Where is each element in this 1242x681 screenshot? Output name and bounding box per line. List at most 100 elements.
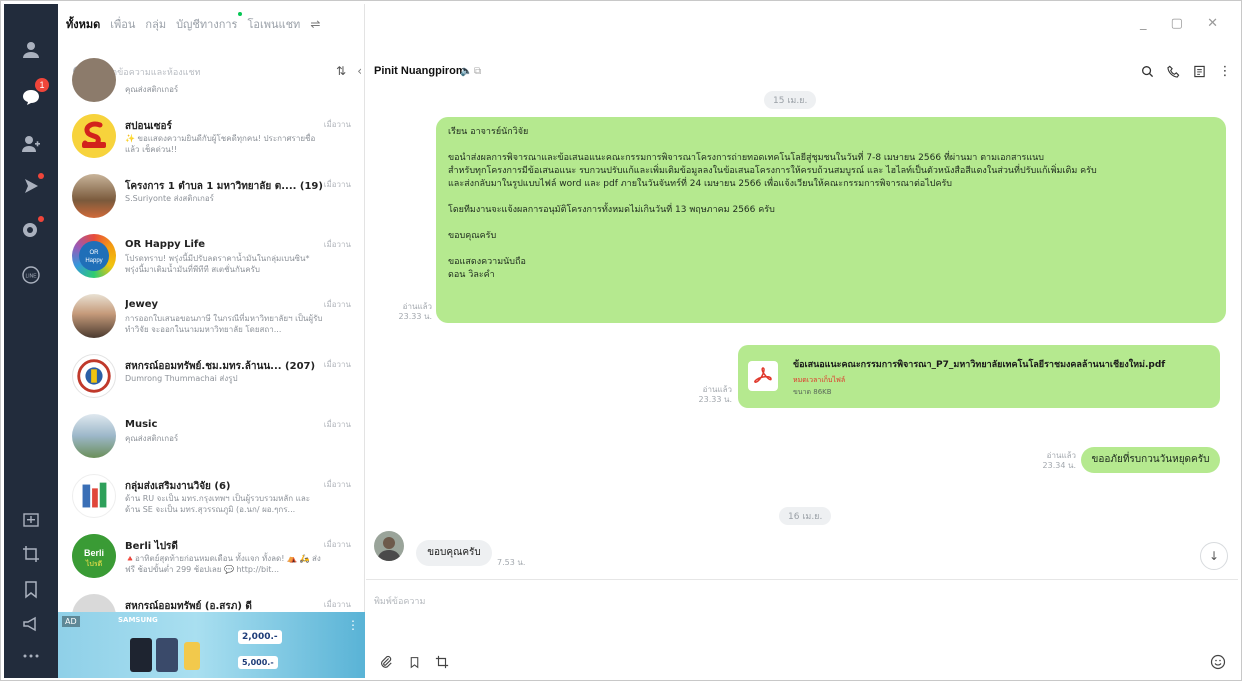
ad-banner[interactable]: AD SAMSUNG 2,000.- 5,000.- ⋮ xyxy=(58,612,365,678)
chat-row[interactable]: สหกรณ์ออมทรัพย์.ชม.มทร.ล้านน... (207) Du… xyxy=(58,346,364,406)
header-actions: ⋮ xyxy=(1140,64,1232,79)
message-line: ขอบคุณครับ xyxy=(448,231,497,241)
today-icon[interactable] xyxy=(17,215,45,243)
friends-icon[interactable] xyxy=(17,36,45,64)
menu-icon[interactable]: ⋮ xyxy=(1218,64,1232,79)
voom-icon[interactable] xyxy=(17,172,45,200)
ad-menu-icon[interactable]: ⋮ xyxy=(347,618,359,632)
svg-text:LINE: LINE xyxy=(25,274,37,280)
chat-row[interactable]: สปอนเซอร์ ✨ ขอแสดงความยินดีกับผู้โชคดีทุ… xyxy=(58,106,364,166)
message-input[interactable]: พิมพ์ข้อความ xyxy=(374,594,425,608)
message-time: 23.34 น. xyxy=(1042,461,1076,470)
ad-price: 2,000.- xyxy=(238,630,282,644)
chat-avatar: Berli ไปรดี xyxy=(72,534,116,578)
chat-avatar xyxy=(72,354,116,398)
window-controls[interactable]: _ ▢ ✕ xyxy=(1140,16,1228,31)
keep-icon[interactable] xyxy=(406,654,422,670)
svg-text:Happy: Happy xyxy=(85,258,102,264)
chat-name: Jewey xyxy=(125,299,159,310)
tab-openchat[interactable]: โอเพนแชท xyxy=(247,15,300,33)
chat-time: เมื่อวาน xyxy=(323,420,351,429)
screenshot-icon[interactable] xyxy=(434,654,450,670)
chat-name: โครงการ 1 ตำบล 1 มหาวิทยาลัย ต.... (19) xyxy=(125,181,323,192)
chat-time: เมื่อวาน xyxy=(323,120,351,129)
chat-name: สหกรณ์ออมทรัพย์.ชม.มทร.ล้านน... (207) xyxy=(125,361,316,372)
add-friend-icon[interactable] xyxy=(17,130,45,158)
chat-preview: Dumrong Thummachai ส่งรูป xyxy=(125,374,238,383)
chat-time: เมื่อวาน xyxy=(323,360,351,369)
filter-settings-icon[interactable]: ⇌ xyxy=(310,17,320,31)
message-line: สำหรับทุกโครงการมีข้อเสนอแนะ รบกวนปรับแก… xyxy=(448,166,1097,176)
ad-brand: SAMSUNG xyxy=(118,616,158,624)
chat-name: Music xyxy=(125,419,158,430)
message-line: ดอน วิละคำ xyxy=(448,270,495,280)
chat-time: เมื่อวาน xyxy=(323,300,351,309)
sort-icon[interactable]: ⇅ xyxy=(336,64,346,78)
chat-row[interactable]: Berli ไปรดี Berli ไปรดี 🔺อาทิตย์สุดท้ายก่… xyxy=(58,526,364,586)
chat-name: Berli ไปรดี xyxy=(125,541,178,552)
chat-name: กลุ่มส่งเสริมงานวิจัย (6) xyxy=(125,481,231,492)
chat-preview: คุณส่งสติกเกอร์ xyxy=(125,434,179,443)
file-expired-label: หมดเวลาเก็บไฟล์ xyxy=(793,376,846,384)
attach-icon[interactable] xyxy=(378,654,394,670)
line-icon[interactable]: LINE xyxy=(17,261,45,289)
tab-all[interactable]: ทั้งหมด xyxy=(66,15,100,33)
message-composer: พิมพ์ข้อความ xyxy=(366,579,1238,678)
chat-preview: ✨ ขอแสดงความยินดีกับผู้โชคดีทุกคน! ประกา… xyxy=(125,134,316,154)
file-name: ข้อเสนอแนะคณะกรรมการพิจารณา_P7_มหาวิทยาล… xyxy=(793,360,1166,370)
chat-row[interactable]: OR Happy OR Happy Life โปรดทราบ! พรุ่งนี้… xyxy=(58,226,364,286)
short-message-meta: อ่านแล้ว 23.34 น. xyxy=(1032,451,1076,471)
date-divider: 16 เม.ย. xyxy=(779,507,832,525)
chat-avatar xyxy=(72,294,116,338)
chat-rows: คุณส่งสติกเกอร์ สปอนเซอร์ ✨ ขอแสดงความยิ… xyxy=(58,58,364,646)
chat-preview: ด้าน RU จะเป็น มทร.กรุงเทพฯ เป็นผู้รวบรว… xyxy=(125,494,311,514)
emoji-icon[interactable] xyxy=(1210,654,1226,670)
arrow-down-icon: ↓ xyxy=(1208,549,1220,563)
chat-row[interactable]: Jewey การออกใบเสนอขอนภาษี ในกรณีที่มหาวิ… xyxy=(58,286,364,346)
more-icon[interactable] xyxy=(17,642,45,670)
voom-dot xyxy=(38,173,44,179)
message-time: 23.33 น. xyxy=(398,312,432,321)
collapse-panel-icon[interactable]: ‹ xyxy=(357,64,362,78)
chat-preview: คุณส่งสติกเกอร์ xyxy=(125,85,179,94)
chat-row[interactable]: กลุ่มส่งเสริมงานวิจัย (6) ด้าน RU จะเป็น… xyxy=(58,466,364,526)
chat-avatar xyxy=(72,114,116,158)
keep-icon[interactable] xyxy=(17,506,45,534)
chat-row[interactable]: Music คุณส่งสติกเกอร์ เมื่อวาน xyxy=(58,406,364,466)
composer-tools xyxy=(378,654,450,670)
chat-time: เมื่อวาน xyxy=(323,600,351,609)
chat-row[interactable]: คุณส่งสติกเกอร์ xyxy=(58,58,364,106)
scroll-to-bottom-button[interactable]: ↓ xyxy=(1200,542,1228,570)
notes-icon[interactable] xyxy=(1192,64,1206,78)
message-line: ขอแสดงความนับถือ xyxy=(448,257,526,267)
message-bubble[interactable]: ขออภัยที่รบกวนวันหยุดครับ xyxy=(1081,447,1220,473)
file-message[interactable]: ข้อเสนอแนะคณะกรรมการพิจารณา_P7_มหาวิทยาล… xyxy=(738,345,1220,408)
tab-friends[interactable]: เพื่อน xyxy=(110,15,135,33)
tab-official-accounts[interactable]: บัญชีทางการ xyxy=(176,12,243,33)
chat-row[interactable]: โครงการ 1 ตำบล 1 มหาวิทยาลัย ต.... (19) … xyxy=(58,166,364,226)
chat-preview: 🔺อาทิตย์สุดท้ายก่อนหมดเดือน ทั้งแจก ทั้ง… xyxy=(125,554,321,574)
message-bubble[interactable]: เรียน อาจารย์นักวิจัย ขอนำส่งผลการพิจารณ… xyxy=(436,117,1226,323)
chat-time: เมื่อวาน xyxy=(323,180,351,189)
read-receipt: อ่านแล้ว xyxy=(1046,451,1076,460)
ad-tag: AD xyxy=(62,616,80,627)
read-receipt: อ่านแล้ว xyxy=(402,302,432,311)
chat-avatar xyxy=(72,174,116,218)
call-icon[interactable] xyxy=(1166,64,1180,78)
crop-icon[interactable] xyxy=(17,540,45,568)
contact-avatar[interactable] xyxy=(374,531,404,561)
mute-icon: 🔈 xyxy=(460,66,473,77)
search-icon[interactable] xyxy=(1140,64,1154,78)
tab-groups[interactable]: กลุ่ม xyxy=(145,15,166,33)
chat-time: เมื่อวาน xyxy=(323,540,351,549)
today-dot xyxy=(38,216,44,222)
incoming-message-bubble[interactable]: ขอบคุณครับ xyxy=(416,540,492,566)
message-time: 23.33 น. xyxy=(698,395,732,404)
chat-name: สปอนเซอร์ xyxy=(125,121,172,132)
announcement-icon[interactable] xyxy=(17,610,45,638)
unread-badge: 1 xyxy=(35,78,49,92)
chats-icon[interactable]: 1 xyxy=(17,78,49,111)
bookmark-icon[interactable] xyxy=(17,575,45,603)
filter-tabs: ทั้งหมด เพื่อน กลุ่ม บัญชีทางการ โอเพนแช… xyxy=(58,4,364,44)
chat-time: เมื่อวาน xyxy=(323,480,351,489)
